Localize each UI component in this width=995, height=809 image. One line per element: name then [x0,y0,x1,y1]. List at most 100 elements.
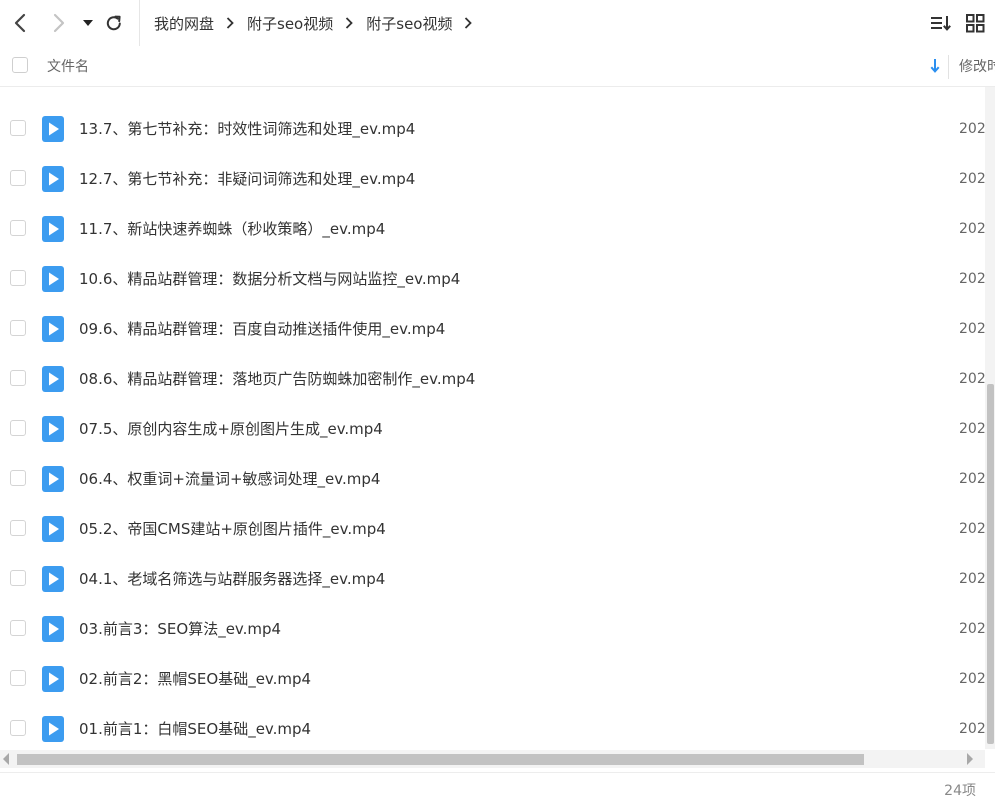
row-checkbox[interactable] [10,670,26,686]
breadcrumb-separator-icon [464,17,473,29]
list-item[interactable]: 12.7、第七节补充：非疑问词筛选和处理_ev.mp4 2021 [0,154,985,204]
file-modified-date: 2021 [959,171,985,187]
history-dropdown-button[interactable] [81,0,95,46]
toolbar: 我的网盘 附子seo视频 附子seo视频 [0,0,995,46]
file-name[interactable]: 01.前言1：白帽SEO基础_ev.mp4 [79,704,311,749]
file-modified-date: 2021 [959,371,985,387]
video-file-icon [42,466,64,496]
list-header: 文件名 修改时间 [0,47,995,87]
select-all-checkbox[interactable] [12,57,28,73]
row-checkbox[interactable] [10,170,26,186]
breadcrumb-separator-icon [226,17,234,29]
file-name[interactable]: 12.7、第七节补充：非疑问词筛选和处理_ev.mp4 [79,154,415,204]
chevron-right-icon [53,13,65,33]
video-file-icon [42,616,64,646]
list-item[interactable]: 02.前言2：黑帽SEO基础_ev.mp4 2021 [0,654,985,704]
list-item[interactable]: 13.7、第七节补充：时效性词筛选和处理_ev.mp4 2021 [0,104,985,154]
sort-list-icon [931,16,951,31]
list-item[interactable]: 03.前言3：SEO算法_ev.mp4 2021 [0,604,985,654]
row-checkbox[interactable] [10,470,26,486]
grid-view-icon [966,13,985,32]
back-button[interactable] [8,0,32,46]
video-file-icon [42,516,64,546]
video-file-icon [42,416,64,446]
row-checkbox[interactable] [10,370,26,386]
list-item[interactable]: 11.7、新站快速养蜘蛛（秒收策略）_ev.mp4 2021 [0,204,985,254]
file-name[interactable]: 03.前言3：SEO算法_ev.mp4 [79,604,281,654]
breadcrumb-separator-icon [345,17,354,29]
file-modified-date: 2021 [959,271,985,287]
breadcrumb: 我的网盘 附子seo视频 附子seo视频 [139,0,485,46]
column-header-modified[interactable]: 修改时间 [959,47,995,87]
list-item[interactable]: 06.4、权重词+流量词+敏感词处理_ev.mp4 2021 [0,454,985,504]
vertical-scrollbar-thumb[interactable] [987,384,994,744]
row-checkbox[interactable] [10,520,26,536]
video-file-icon [42,216,64,246]
file-name[interactable]: 05.2、帝国CMS建站+原创图片插件_ev.mp4 [79,504,386,554]
breadcrumb-item[interactable]: 我的网盘 [154,13,214,34]
file-name[interactable]: 10.6、精品站群管理：数据分析文档与网站监控_ev.mp4 [79,254,460,304]
file-modified-date: 2021 [959,471,985,487]
file-modified-date: 2021 [959,521,985,537]
row-checkbox[interactable] [10,620,26,636]
file-name[interactable]: 07.5、原创内容生成+原创图片生成_ev.mp4 [79,404,383,454]
row-checkbox[interactable] [10,570,26,586]
row-checkbox[interactable] [10,120,26,136]
list-item[interactable] [0,87,985,97]
file-name[interactable]: 06.4、权重词+流量词+敏感词处理_ev.mp4 [79,454,380,504]
list-item[interactable]: 08.6、精品站群管理：落地页广告防蜘蛛加密制作_ev.mp4 2021 [0,354,985,404]
column-header-name[interactable]: 文件名 [47,47,89,87]
video-file-icon [42,366,64,396]
row-checkbox[interactable] [10,420,26,436]
file-modified-date: 2021 [959,571,985,587]
video-file-icon [42,87,64,89]
file-modified-date: 2021 [959,621,985,637]
file-modified-date: 2021 [959,121,985,137]
list-item[interactable]: 01.前言1：白帽SEO基础_ev.mp4 2021 [0,704,985,749]
scroll-left-arrow-icon[interactable] [2,751,10,770]
list-item[interactable]: 10.6、精品站群管理：数据分析文档与网站监控_ev.mp4 2021 [0,254,985,304]
list-item[interactable]: 09.6、精品站群管理：百度自动推送插件使用_ev.mp4 2021 [0,304,985,354]
refresh-button[interactable] [103,0,125,46]
scroll-right-arrow-icon[interactable] [966,751,974,770]
sort-options-button[interactable] [930,0,952,46]
video-file-icon [42,566,64,596]
file-name[interactable]: 09.6、精品站群管理：百度自动推送插件使用_ev.mp4 [79,304,445,354]
forward-button[interactable] [47,0,71,46]
file-name[interactable]: 11.7、新站快速养蜘蛛（秒收策略）_ev.mp4 [79,204,385,254]
file-name[interactable]: 08.6、精品站群管理：落地页广告防蜘蛛加密制作_ev.mp4 [79,354,475,404]
video-file-icon [42,666,64,696]
file-name[interactable]: 13.7、第七节补充：时效性词筛选和处理_ev.mp4 [79,104,415,154]
list-item[interactable]: 05.2、帝国CMS建站+原创图片插件_ev.mp4 2021 [0,504,985,554]
file-modified-date: 2021 [959,221,985,237]
row-checkbox[interactable] [10,220,26,236]
file-modified-date: 2021 [959,321,985,337]
list-item[interactable]: 07.5、原创内容生成+原创图片生成_ev.mp4 2021 [0,404,985,454]
file-modified-date: 2021 [959,671,985,687]
file-list: 13.7、第七节补充：时效性词筛选和处理_ev.mp4 2021 12.7、第七… [0,87,985,749]
video-file-icon [42,166,64,196]
grid-view-button[interactable] [966,0,986,46]
video-file-icon [42,116,64,146]
sort-descending-icon[interactable] [929,58,941,78]
breadcrumb-item[interactable]: 附子seo视频 [247,13,333,34]
row-checkbox[interactable] [10,320,26,336]
caret-down-icon [83,20,93,26]
video-file-icon [42,716,64,746]
file-name[interactable]: 04.1、老域名筛选与站群服务器选择_ev.mp4 [79,554,385,604]
file-name[interactable]: 02.前言2：黑帽SEO基础_ev.mp4 [79,654,311,704]
status-bar: 24项 [0,772,995,809]
row-checkbox[interactable] [10,720,26,736]
file-modified-date: 2021 [959,721,985,737]
list-item[interactable]: 04.1、老域名筛选与站群服务器选择_ev.mp4 2021 [0,554,985,604]
chevron-left-icon [14,13,26,33]
file-modified-date: 2021 [959,421,985,437]
item-count: 24项 [944,783,976,799]
row-checkbox[interactable] [10,270,26,286]
video-file-icon [42,266,64,296]
column-divider[interactable] [948,55,949,79]
breadcrumb-item[interactable]: 附子seo视频 [366,13,452,34]
horizontal-scrollbar-thumb[interactable] [17,754,864,765]
video-file-icon [42,316,64,346]
refresh-icon [106,15,121,31]
